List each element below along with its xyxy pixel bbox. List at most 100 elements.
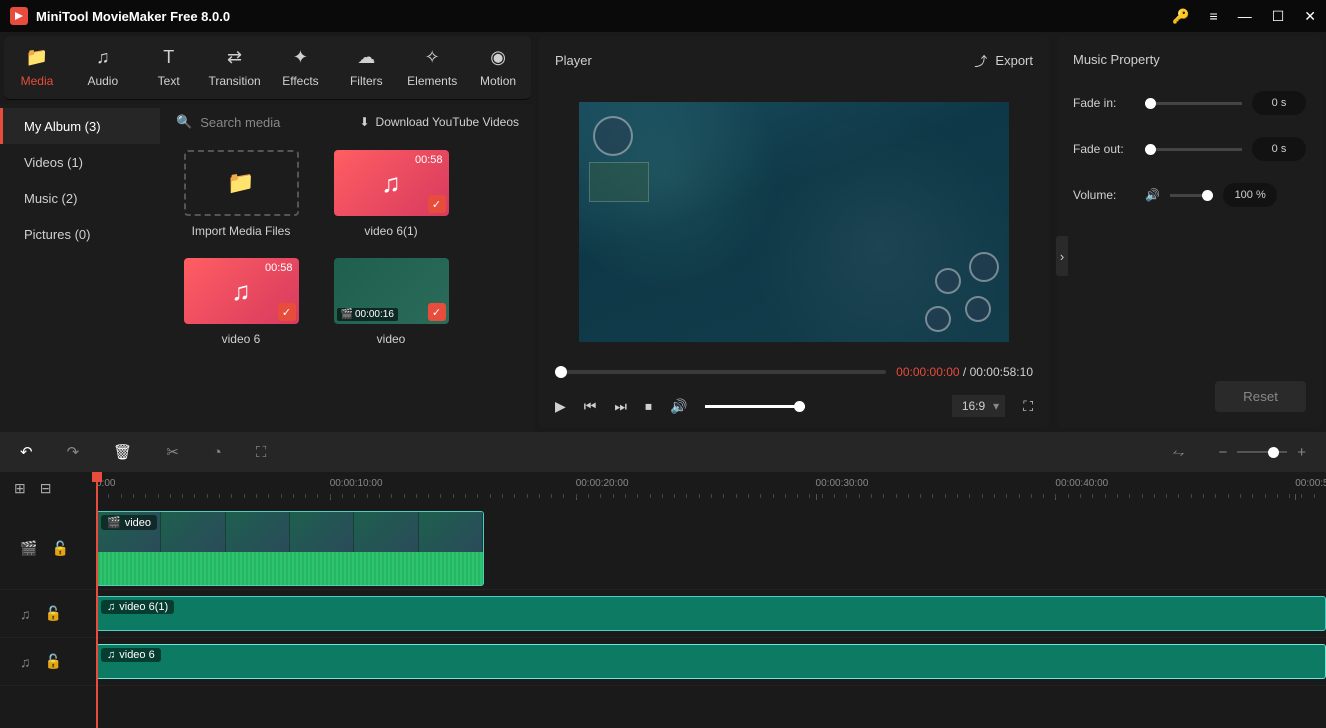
sidebar-item-pictures[interactable]: Pictures (0) <box>0 216 160 252</box>
filters-icon: ☁ <box>357 47 375 68</box>
zoom-handle[interactable] <box>1268 447 1279 458</box>
tab-motion[interactable]: ◉Motion <box>465 36 531 99</box>
playhead[interactable] <box>96 472 98 728</box>
key-icon[interactable]: 🔑 <box>1172 8 1189 25</box>
lock-icon[interactable]: 🔓 <box>51 540 68 557</box>
minimize-button[interactable]: — <box>1238 8 1252 24</box>
film-icon: 🎬 <box>107 516 121 529</box>
fadein-slider[interactable] <box>1145 102 1242 105</box>
export-button[interactable]: ⤴Export <box>974 51 1033 70</box>
titlebar: MiniTool MovieMaker Free 8.0.0 🔑 ≡ — ☐ ✕ <box>0 0 1326 32</box>
menu-icon[interactable]: ≡ <box>1210 8 1218 24</box>
redo-button[interactable]: ↷ <box>67 443 80 461</box>
tab-audio[interactable]: ♫Audio <box>70 36 136 99</box>
elements-icon: ✧ <box>425 47 440 68</box>
reset-button[interactable]: Reset <box>1215 381 1306 412</box>
scrub-handle[interactable] <box>555 366 567 378</box>
media-item[interactable]: ♫00:58✓ video 6 <box>176 258 306 346</box>
sidebar-item-music[interactable]: Music (2) <box>0 180 160 216</box>
fadein-label: Fade in: <box>1073 96 1135 110</box>
sidebar-item-videos[interactable]: Videos (1) <box>0 144 160 180</box>
slider-handle[interactable] <box>1145 144 1156 155</box>
delete-button[interactable]: 🗑 <box>113 443 132 461</box>
download-youtube-button[interactable]: ⬇Download YouTube Videos <box>359 115 519 129</box>
check-icon: ✓ <box>428 303 446 321</box>
stop-button[interactable]: ⏹ <box>645 398 652 415</box>
media-item[interactable]: ♫00:58✓ video 6(1) <box>326 150 456 238</box>
volume-slider[interactable] <box>705 405 805 408</box>
music-icon: ♫ <box>107 649 115 661</box>
play-button[interactable]: ▶ <box>555 398 566 415</box>
properties-panel: Music Property Fade in: 0 s Fade out: 0 … <box>1057 36 1322 428</box>
motion-icon: ◉ <box>490 47 506 68</box>
zoom-out-button[interactable]: − <box>1218 444 1227 461</box>
audio-track-1: ♫ 🔓 ♫video 6(1) <box>0 590 1326 638</box>
volume-label: Volume: <box>1073 188 1135 202</box>
music-icon: ♫ <box>96 47 110 68</box>
split-button[interactable]: ✂ <box>166 443 179 461</box>
player-title: Player <box>555 53 592 68</box>
tab-filters[interactable]: ☁Filters <box>333 36 399 99</box>
slider-handle[interactable] <box>1202 190 1213 201</box>
zoom-in-button[interactable]: + <box>1297 444 1306 461</box>
tab-elements[interactable]: ✧Elements <box>399 36 465 99</box>
maximize-button[interactable]: ☐ <box>1272 8 1285 25</box>
fullscreen-button[interactable]: ⛶ <box>1023 398 1033 415</box>
sidebar-item-myalbum[interactable]: My Album (3) <box>0 108 160 144</box>
timeline-toolbar: ↶ ↷ 🗑 ✂ ◔ ⛶ ⥊ − + <box>0 432 1326 472</box>
folder-icon: 📁 <box>26 47 48 68</box>
crop-button[interactable]: ⛶ <box>256 444 267 461</box>
app-logo <box>10 7 28 25</box>
import-media-button[interactable]: 📁 Import Media Files <box>176 150 306 238</box>
film-icon[interactable]: 🎬 <box>20 540 37 557</box>
search-icon: 🔍 <box>176 114 192 130</box>
search-input[interactable]: 🔍Search media <box>176 114 349 130</box>
timeline: ⊞ ⊟ 0:00 00:00:10:00 00:00:20:00 00:00:3… <box>0 472 1326 686</box>
remove-track-button[interactable]: ⊟ <box>40 480 52 497</box>
volume-prop-slider[interactable] <box>1170 194 1213 197</box>
undo-button[interactable]: ↶ <box>20 443 33 461</box>
media-sidebar: My Album (3) Videos (1) Music (2) Pictur… <box>0 104 160 432</box>
video-preview[interactable] <box>539 84 1049 360</box>
lock-icon[interactable]: 🔓 <box>45 605 62 622</box>
player-panel: Player ⤴Export 00:00:00:00 / 00:00:58:10… <box>539 36 1049 428</box>
fit-button[interactable]: ⥊ <box>1172 444 1184 461</box>
timeline-ruler[interactable]: ⊞ ⊟ 0:00 00:00:10:00 00:00:20:00 00:00:3… <box>0 472 1326 508</box>
tab-effects[interactable]: ✦Effects <box>268 36 334 99</box>
audio-clip[interactable]: ♫video 6 <box>96 644 1326 679</box>
tab-media[interactable]: 📁Media <box>4 36 70 99</box>
scrub-bar[interactable] <box>555 370 886 374</box>
tab-transition[interactable]: ⇄Transition <box>202 36 268 99</box>
check-icon: ✓ <box>428 195 446 213</box>
download-icon: ⬇ <box>359 115 369 129</box>
panel-title: Music Property <box>1073 52 1306 67</box>
volume-icon[interactable]: 🔊 <box>670 398 687 415</box>
folder-icon: 📁 <box>227 170 254 196</box>
lock-icon[interactable]: 🔓 <box>45 653 62 670</box>
video-duration-tag: 🎬 00:00:16 <box>337 308 398 321</box>
zoom-slider[interactable] <box>1237 451 1287 454</box>
fadeout-label: Fade out: <box>1073 142 1135 156</box>
fadeout-slider[interactable] <box>1145 148 1242 151</box>
add-track-button[interactable]: ⊞ <box>14 480 26 497</box>
tab-text[interactable]: TText <box>136 36 202 99</box>
video-clip[interactable]: 🎬video <box>96 511 484 586</box>
volume-value: 100 % <box>1223 183 1277 207</box>
aspect-ratio-select[interactable]: 16:9 <box>952 395 1005 417</box>
music-icon[interactable]: ♫ <box>20 654 31 670</box>
app-title: MiniTool MovieMaker Free 8.0.0 <box>36 9 1172 24</box>
collapse-button[interactable]: › <box>1056 236 1068 276</box>
export-icon: ⤴ <box>974 51 987 70</box>
speed-button[interactable]: ◔ <box>213 444 222 461</box>
volume-handle[interactable] <box>794 401 805 412</box>
slider-handle[interactable] <box>1145 98 1156 109</box>
time-display: 00:00:00:00 / 00:00:58:10 <box>896 365 1033 379</box>
audio-clip[interactable]: ♫video 6(1) <box>96 596 1326 631</box>
prev-frame-button[interactable]: ⏮ <box>584 398 597 415</box>
music-icon[interactable]: ♫ <box>20 606 31 622</box>
next-frame-button[interactable]: ⏭ <box>614 398 627 415</box>
video-track: 🎬 🔓 🎬video <box>0 508 1326 590</box>
media-item[interactable]: 🎬 00:00:16✓ video <box>326 258 456 346</box>
close-button[interactable]: ✕ <box>1304 8 1316 25</box>
tool-tabs: 📁Media ♫Audio TText ⇄Transition ✦Effects… <box>4 36 531 100</box>
